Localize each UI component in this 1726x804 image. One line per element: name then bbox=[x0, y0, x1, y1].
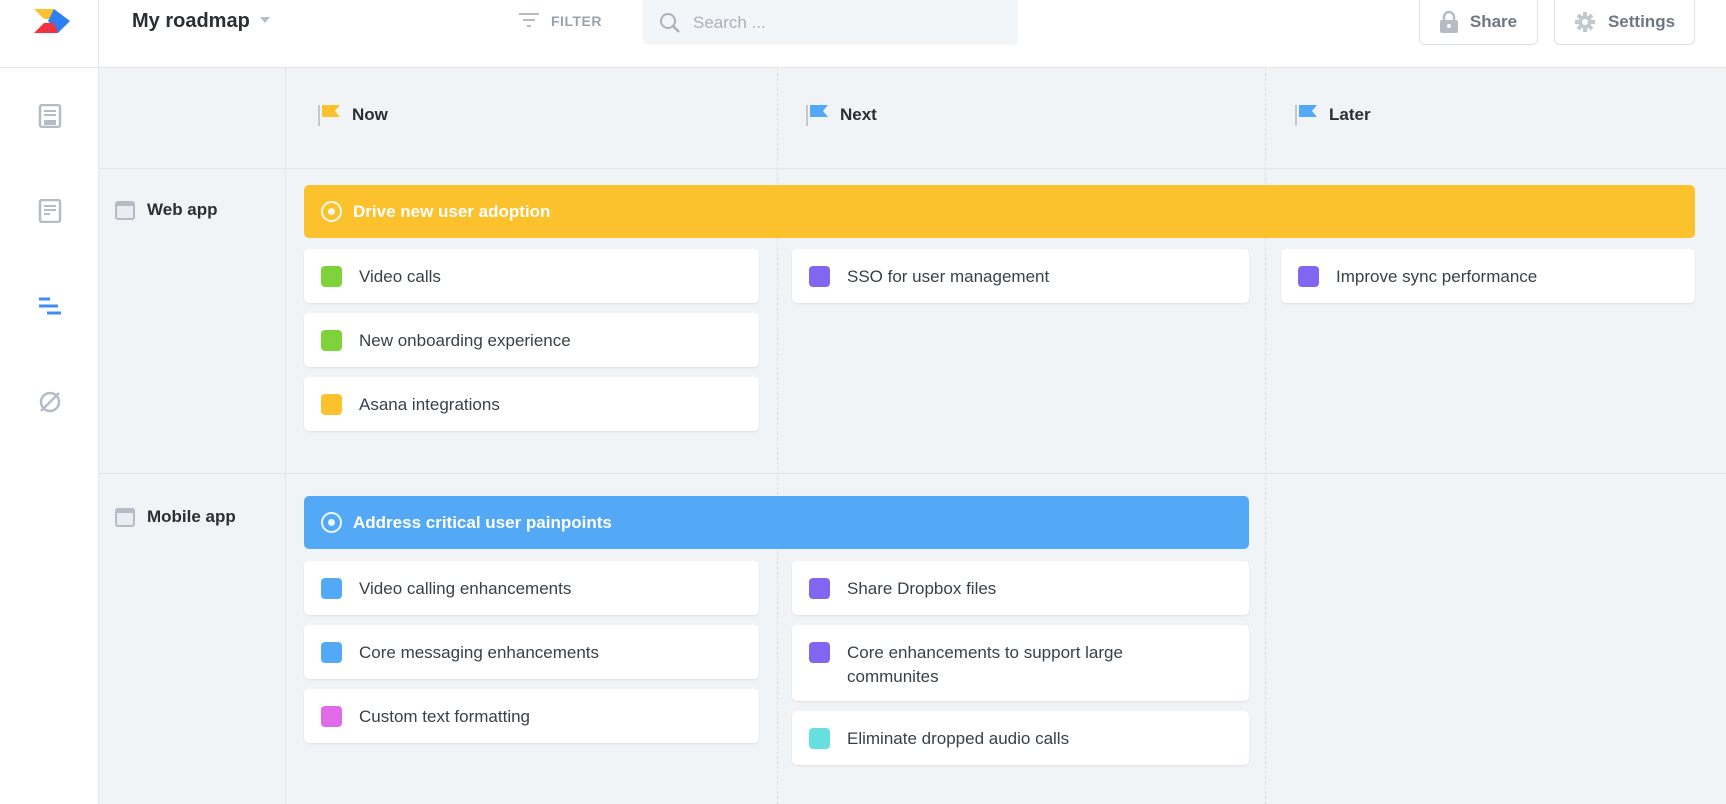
roadmap-title[interactable]: My roadmap bbox=[132, 10, 250, 33]
card-label: Core messaging enhancements bbox=[359, 643, 600, 662]
hidden-icon[interactable] bbox=[38, 390, 62, 414]
sidebar bbox=[0, 68, 99, 804]
target-icon bbox=[321, 201, 342, 222]
lane-icon bbox=[115, 200, 135, 220]
roadmap-doc-icon[interactable] bbox=[38, 104, 62, 128]
feature-card[interactable]: Share Dropbox files bbox=[792, 561, 1249, 615]
flag-icon bbox=[1295, 105, 1317, 126]
objective-bar[interactable]: Drive new user adoption bbox=[304, 185, 1695, 238]
lane-icon bbox=[115, 507, 135, 527]
feature-card[interactable]: Video calling enhancements bbox=[304, 561, 759, 615]
search-icon bbox=[660, 12, 680, 33]
card-label: Share Dropbox files bbox=[847, 579, 997, 598]
timeline-icon[interactable] bbox=[38, 294, 62, 318]
card-label: Improve sync performance bbox=[1336, 267, 1538, 286]
lane-web-app[interactable]: Web app bbox=[115, 200, 218, 220]
settings-label: Settings bbox=[1607, 11, 1676, 31]
feature-card[interactable]: Core messaging enhancements bbox=[304, 625, 759, 679]
filter-button[interactable]: FILTER bbox=[519, 12, 602, 30]
feature-card[interactable]: New onboarding experience bbox=[304, 313, 759, 367]
divider bbox=[99, 168, 1726, 169]
feature-card[interactable]: SSO for user management bbox=[792, 249, 1249, 303]
card-label: Custom text formatting bbox=[359, 707, 531, 726]
feature-card[interactable]: Custom text formatting bbox=[304, 689, 759, 743]
logo[interactable] bbox=[0, 0, 99, 68]
search-box[interactable] bbox=[643, 0, 1018, 45]
status-swatch bbox=[321, 394, 342, 415]
divider bbox=[777, 68, 778, 804]
share-label: Share bbox=[1469, 11, 1518, 31]
flag-icon bbox=[806, 105, 828, 126]
filter-icon bbox=[519, 13, 539, 27]
objective-label: Address critical user painpoints bbox=[353, 512, 612, 532]
column-now[interactable]: Now bbox=[318, 104, 388, 126]
column-label: Later bbox=[1329, 105, 1371, 124]
gear-icon bbox=[1574, 11, 1595, 32]
column-label: Next bbox=[840, 105, 877, 124]
divider bbox=[285, 68, 286, 804]
feature-card[interactable]: Improve sync performance bbox=[1281, 249, 1695, 303]
notes-icon[interactable] bbox=[38, 199, 62, 223]
column-label: Now bbox=[352, 105, 388, 124]
lane-mobile-app[interactable]: Mobile app bbox=[115, 507, 236, 527]
objective-bar[interactable]: Address critical user painpoints bbox=[304, 496, 1249, 549]
status-swatch bbox=[809, 266, 830, 287]
status-swatch bbox=[321, 642, 342, 663]
card-label: New onboarding experience bbox=[359, 331, 571, 350]
lane-label: Mobile app bbox=[147, 507, 236, 526]
status-swatch bbox=[321, 578, 342, 599]
objective-label: Drive new user adoption bbox=[353, 201, 551, 221]
target-icon bbox=[321, 512, 342, 533]
card-label: Asana integrations bbox=[359, 395, 500, 414]
chevron-down-icon[interactable] bbox=[260, 17, 270, 23]
logo-icon bbox=[34, 9, 70, 33]
card-label: Eliminate dropped audio calls bbox=[847, 729, 1070, 748]
card-label: Video calls bbox=[359, 267, 441, 286]
column-later[interactable]: Later bbox=[1295, 104, 1371, 126]
card-label: Video calling enhancements bbox=[359, 579, 572, 598]
share-button[interactable]: Share bbox=[1419, 0, 1538, 45]
card-label: Core enhancements to support large commu… bbox=[847, 643, 1123, 686]
divider bbox=[99, 473, 1726, 474]
status-swatch bbox=[321, 706, 342, 727]
flag-icon bbox=[318, 105, 340, 126]
feature-card[interactable]: Core enhancements to support large commu… bbox=[792, 625, 1249, 701]
status-swatch bbox=[321, 330, 342, 351]
status-swatch bbox=[809, 642, 830, 663]
feature-card[interactable]: Eliminate dropped audio calls bbox=[792, 711, 1249, 765]
search-input[interactable] bbox=[693, 12, 993, 33]
divider bbox=[1265, 68, 1266, 804]
card-label: SSO for user management bbox=[847, 267, 1050, 286]
status-swatch bbox=[321, 266, 342, 287]
feature-card[interactable]: Video calls bbox=[304, 249, 759, 303]
lane-label: Web app bbox=[147, 200, 218, 219]
feature-card[interactable]: Asana integrations bbox=[304, 377, 759, 431]
status-swatch bbox=[809, 578, 830, 599]
settings-button[interactable]: Settings bbox=[1554, 0, 1695, 45]
column-next[interactable]: Next bbox=[806, 104, 877, 126]
lock-icon bbox=[1439, 10, 1458, 33]
filter-label: FILTER bbox=[551, 13, 602, 29]
status-swatch bbox=[1298, 266, 1319, 287]
status-swatch bbox=[809, 728, 830, 749]
